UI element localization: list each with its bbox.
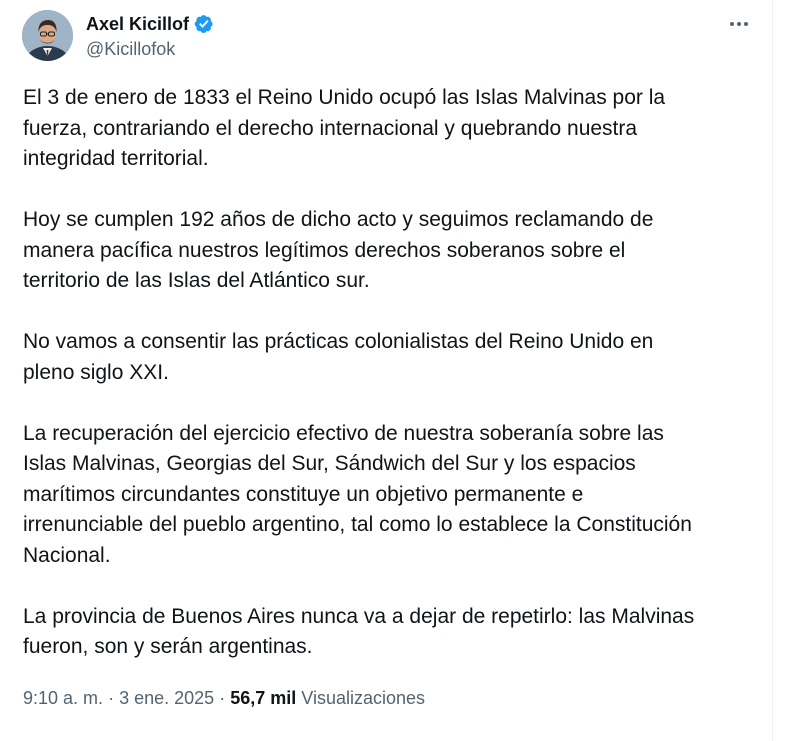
tweet-time[interactable]: 9:10 a. m. — [23, 688, 103, 708]
tweet-paragraph: El 3 de enero de 1833 el Reino Unido ocu… — [23, 86, 666, 170]
views-count: 56,7 mil — [230, 688, 297, 708]
views-label: Visualizaciones — [301, 688, 426, 708]
tweet-date[interactable]: 3 ene. 2025 — [119, 688, 214, 708]
tweet-paragraph: La recuperación del ejercicio efectivo d… — [23, 421, 692, 567]
meta-separator: · — [219, 688, 226, 708]
author-name[interactable]: Axel Kicillof — [86, 13, 189, 35]
avatar-photo — [22, 10, 73, 61]
meta-separator: · — [108, 688, 115, 708]
author-name-row: Axel Kicillof — [86, 13, 214, 35]
tweet-paragraph: No vamos a consentir las prácticas colon… — [23, 330, 654, 384]
tweet-paragraph: La provincia de Buenos Aires nunca va a … — [23, 604, 695, 659]
tweet-paragraph: Hoy se cumplen 192 años de dicho acto y … — [23, 208, 654, 292]
author-handle[interactable]: @Kicillofok — [86, 38, 175, 60]
more-options-icon — [730, 22, 748, 26]
timeline-divider — [772, 0, 773, 741]
tweet-text: El 3 de enero de 1833 el Reino Unido ocu… — [23, 83, 763, 663]
tweet-metadata: 9:10 a. m. · 3 ene. 2025 · 56,7 mil Visu… — [23, 687, 425, 709]
more-options-button[interactable] — [724, 12, 754, 36]
avatar[interactable] — [22, 10, 73, 61]
verified-badge-icon[interactable] — [194, 14, 214, 34]
